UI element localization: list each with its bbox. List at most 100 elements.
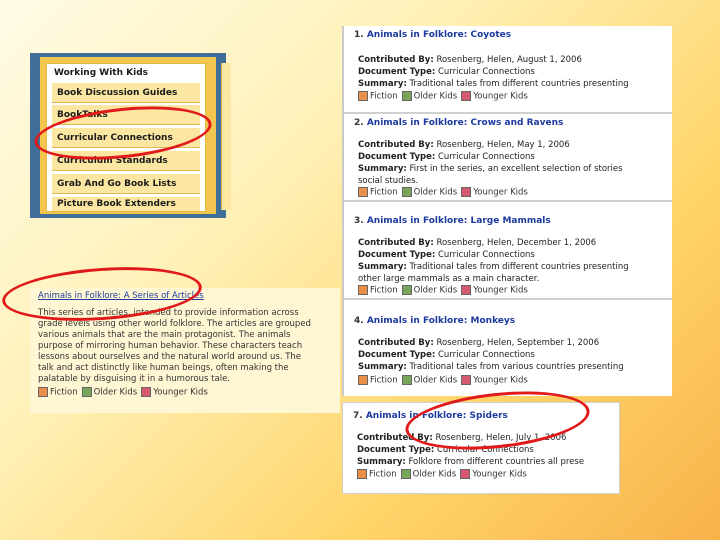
result-tags: Fiction Older Kids Younger Kids — [358, 187, 528, 198]
older-kids-tag-label: Older Kids — [413, 285, 458, 296]
article-body-line: various animals that are the main protag… — [38, 330, 291, 340]
document-type-label: Document Type: — [358, 152, 436, 162]
contributed-by-label: Contributed By: — [358, 55, 434, 65]
fiction-tag-label: Fiction — [370, 285, 398, 296]
document-type-label: Document Type: — [358, 350, 436, 360]
younger-kids-tag-label: Younger Kids — [473, 375, 528, 386]
result-record: 3. Animals in Folklore: Large Mammals Co… — [344, 212, 672, 300]
summary-label: Summary: — [358, 79, 407, 89]
contributed-by-line: Contributed By: Rosenberg, Helen, Decemb… — [358, 238, 596, 248]
fiction-swatch-icon — [358, 91, 368, 101]
result-number: 2. — [354, 118, 364, 128]
document-type-value: Curricular Connections — [437, 350, 535, 360]
summary-line: Summary: Folklore from different countri… — [357, 457, 584, 467]
contributed-by-value: Rosenberg, Helen, August 1, 2006 — [436, 55, 582, 65]
result-title[interactable]: 2. Animals in Folklore: Crows and Ravens — [354, 118, 563, 128]
summary-continuation: other large mammals as a main character. — [358, 274, 540, 284]
result-title-link[interactable]: Animals in Folklore: Crows and Ravens — [367, 118, 564, 128]
younger-kids-swatch-icon — [141, 387, 152, 397]
fiction-tag-label: Fiction — [369, 469, 397, 480]
summary-label: Summary: — [357, 457, 406, 467]
article-body-line: lessons about ourselves and the natural … — [38, 352, 302, 362]
summary-label: Summary: — [358, 262, 407, 272]
menu-title: Working With Kids — [54, 68, 148, 78]
older-kids-tag: Older Kids — [81, 387, 138, 399]
article-body-line: purpose of mirroring human behavior. The… — [38, 341, 303, 351]
summary-label: Summary: — [358, 164, 407, 174]
document-type-label: Document Type: — [358, 250, 436, 260]
result-title[interactable]: 3. Animals in Folklore: Large Mammals — [354, 216, 551, 226]
summary-line: Summary: Traditional tales from various … — [358, 362, 624, 372]
document-type-line: Document Type: Curricular Connections — [358, 152, 535, 162]
older-kids-swatch-icon — [401, 187, 412, 197]
menu-item-grab-and-go-book-lists[interactable]: Grab And Go Book Lists — [52, 174, 200, 194]
summary-line: Summary: Traditional tales from differen… — [358, 262, 629, 272]
contributed-by-value: Rosenberg, Helen, May 1, 2006 — [436, 140, 570, 150]
result-title[interactable]: 1. Animals in Folklore: Coyotes — [354, 30, 511, 40]
result-tags: Fiction Older Kids Younger Kids — [358, 375, 528, 386]
older-kids-swatch-icon — [401, 375, 412, 385]
result-record: 1. Animals in Folklore: Coyotes Contribu… — [344, 26, 672, 114]
result-tags: Fiction Older Kids Younger Kids — [358, 91, 528, 102]
fiction-swatch-icon — [358, 285, 368, 295]
younger-kids-tag-label: Younger Kids — [473, 91, 528, 102]
contributed-by-label: Contributed By: — [358, 338, 434, 348]
younger-kids-tag: Younger Kids — [141, 387, 208, 399]
fiction-tag-label: Fiction — [370, 91, 398, 102]
menu-item-picture-book-extenders[interactable]: Picture Book Extenders — [52, 197, 200, 211]
older-kids-swatch-icon — [401, 285, 412, 295]
document-type-line: Document Type: Curricular Connections — [358, 250, 535, 260]
summary-value: First in the series, an excellent select… — [409, 164, 623, 174]
contributed-by-line: Contributed By: Rosenberg, Helen, Septem… — [358, 338, 599, 348]
younger-kids-swatch-icon — [461, 91, 472, 101]
contributed-by-label: Contributed By: — [358, 140, 434, 150]
older-kids-tag-label: Older Kids — [93, 387, 138, 398]
older-kids-swatch-icon — [401, 91, 412, 101]
summary-label: Summary: — [358, 362, 407, 372]
document-type-line: Document Type: Curricular Connections — [358, 67, 535, 77]
article-body: This series of articles, intended to pro… — [38, 308, 338, 399]
result-tags: Fiction Older Kids Younger Kids — [358, 285, 528, 296]
document-type-label: Document Type: — [357, 445, 435, 455]
result-title[interactable]: 4. Animals in Folklore: Monkeys — [354, 316, 515, 326]
result-record: 2. Animals in Folklore: Crows and Ravens… — [344, 114, 672, 202]
article-tags: Fiction Older Kids Younger Kids — [38, 387, 338, 399]
younger-kids-tag-label: Younger Kids — [472, 469, 527, 480]
older-kids-tag-label: Older Kids — [413, 375, 458, 386]
older-kids-tag-label: Older Kids — [412, 469, 457, 480]
document-type-line: Document Type: Curricular Connections — [358, 350, 535, 360]
result-number: 1. — [354, 30, 364, 40]
search-results-panel: 1. Animals in Folklore: Coyotes Contribu… — [342, 26, 672, 396]
younger-kids-swatch-icon — [461, 187, 472, 197]
fiction-swatch-icon — [357, 469, 367, 479]
result-title-link[interactable]: Animals in Folklore: Large Mammals — [367, 216, 551, 226]
result-title-link[interactable]: Animals in Folklore: Coyotes — [367, 30, 511, 40]
older-kids-tag-label: Older Kids — [413, 91, 458, 102]
contributed-by-value: Rosenberg, Helen, September 1, 2006 — [436, 338, 600, 348]
article-body-line: talk and act distinctly like human being… — [38, 363, 289, 373]
fiction-tag-label: Fiction — [370, 187, 398, 198]
fiction-swatch-icon — [358, 375, 368, 385]
fiction-swatch-icon — [358, 187, 368, 197]
document-type-value: Curricular Connections — [437, 250, 535, 260]
summary-value: Traditional tales from different countri… — [409, 79, 629, 89]
older-kids-swatch-icon — [400, 469, 411, 479]
result-number: 7. — [353, 411, 363, 421]
summary-line: Summary: Traditional tales from differen… — [358, 79, 629, 89]
younger-kids-tag-label: Younger Kids — [473, 285, 528, 296]
summary-line: Summary: First in the series, an excelle… — [358, 164, 623, 174]
older-kids-tag-label: Older Kids — [413, 187, 458, 198]
result-title-link[interactable]: Animals in Folklore: Monkeys — [367, 316, 515, 326]
older-kids-swatch-icon — [81, 387, 92, 397]
fiction-swatch-icon — [38, 387, 48, 397]
fiction-tag: Fiction — [38, 387, 78, 399]
younger-kids-swatch-icon — [461, 375, 472, 385]
fiction-tag-label: Fiction — [370, 375, 398, 386]
menu-side-strip — [221, 63, 231, 210]
contributed-by-label: Contributed By: — [358, 238, 434, 248]
article-body-line: palatable by disguising it in a humorous… — [38, 374, 231, 384]
menu-item-book-discussion-guides[interactable]: Book Discussion Guides — [52, 83, 200, 103]
younger-kids-swatch-icon — [461, 285, 472, 295]
contributed-by-line: Contributed By: Rosenberg, Helen, May 1,… — [358, 140, 570, 150]
fiction-tag-label: Fiction — [50, 387, 78, 398]
